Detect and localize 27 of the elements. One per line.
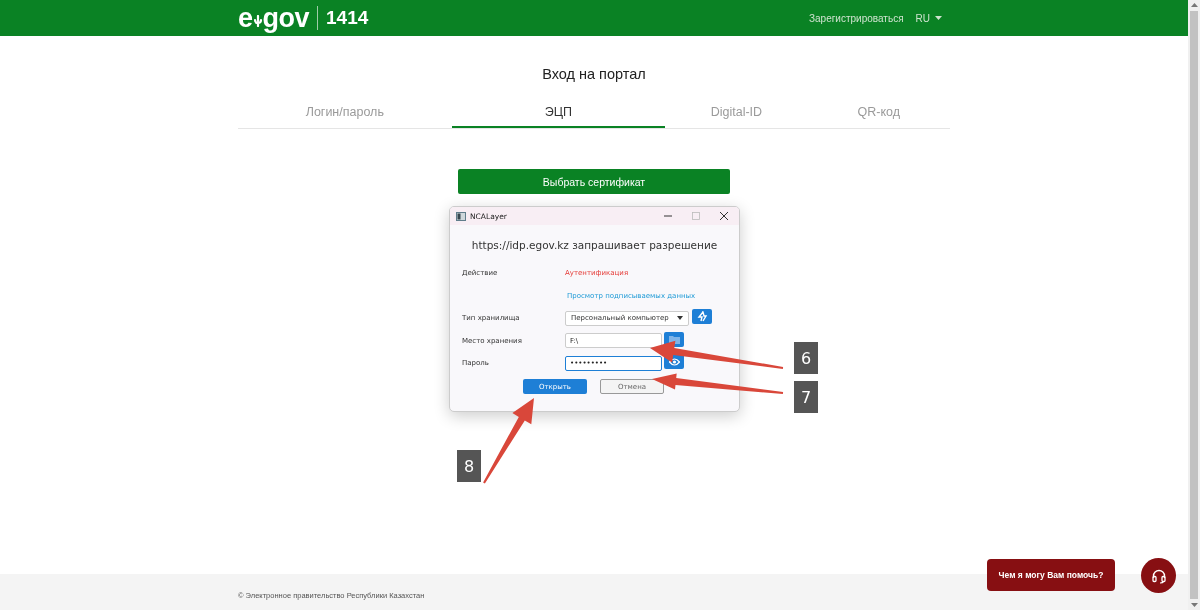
logo-text: e [238, 4, 253, 32]
eye-icon [668, 357, 680, 366]
login-tab[interactable]: Digital-ID [665, 102, 808, 128]
caret-icon [935, 16, 942, 20]
refresh-button[interactable] [692, 309, 712, 324]
scroll-up-icon[interactable] [1190, 3, 1198, 7]
language-dropdown[interactable]: RU [913, 10, 944, 26]
register-link[interactable]: Зарегистрироваться [809, 12, 904, 24]
close-icon[interactable] [719, 211, 729, 221]
login-tab[interactable]: ЭЦП [451, 102, 666, 128]
scrollbar[interactable] [1188, 0, 1200, 610]
logo-text: gov [262, 4, 310, 32]
login-tab[interactable]: Логин/пароль [238, 102, 452, 128]
logo-number: 1414 [326, 7, 369, 29]
headset-icon [1150, 567, 1167, 584]
login-tab[interactable]: QR-код [807, 102, 950, 128]
page-title: Вход на портал [541, 66, 647, 82]
app-window-icon [456, 211, 466, 221]
permission-heading: https://idp.egov.kz запрашивает разрешение [470, 239, 719, 251]
refresh-icon [696, 311, 708, 322]
step-number-label: 8 [457, 450, 481, 482]
step-number-label: 6 [794, 342, 818, 374]
select-certificate-button[interactable]: Выбрать сертификат [458, 169, 730, 194]
step-number-label: 7 [794, 381, 818, 413]
chat-prompt-bubble[interactable]: Чем я могу Вам помочь? [987, 559, 1115, 591]
caret-icon [677, 316, 683, 320]
scroll-down-icon[interactable] [1190, 603, 1198, 607]
